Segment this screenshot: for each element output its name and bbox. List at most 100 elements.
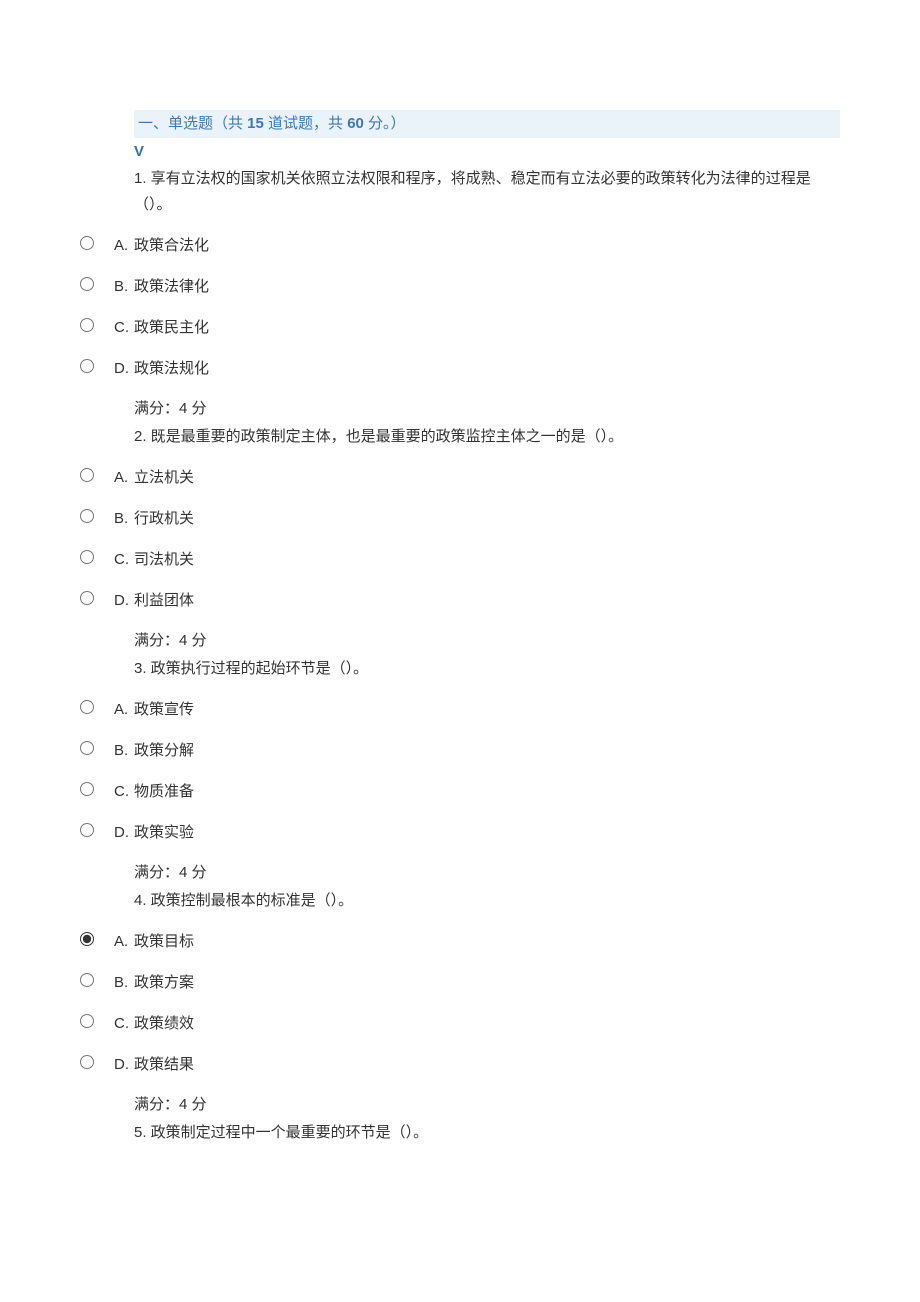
option-radio[interactable] — [80, 359, 94, 373]
option-text: 政策绩效 — [134, 1012, 194, 1036]
option-text: 立法机关 — [134, 466, 194, 490]
radio-cell — [80, 233, 114, 250]
option-radio[interactable] — [80, 1055, 94, 1069]
option-row: D. 政策结果 — [80, 1052, 840, 1077]
option-letter: D. — [114, 1053, 134, 1077]
option-text: 政策民主化 — [134, 316, 209, 340]
option-row: A. 政策目标 — [80, 929, 840, 954]
option-letter: B. — [114, 971, 134, 995]
option-row: C. 政策绩效 — [80, 1011, 840, 1036]
option-text: 政策分解 — [134, 739, 194, 763]
option-radio[interactable] — [80, 932, 94, 946]
option-radio[interactable] — [80, 550, 94, 564]
radio-cell — [80, 1052, 114, 1069]
section-header: 一、单选题（共 15 道试题，共 60 分。） — [134, 110, 840, 138]
option-letter: B. — [114, 275, 134, 299]
option-letter: B. — [114, 739, 134, 763]
radio-cell — [80, 697, 114, 714]
option-radio[interactable] — [80, 236, 94, 250]
option-letter: A. — [114, 234, 134, 258]
option-text: 政策目标 — [134, 930, 194, 954]
option-radio[interactable] — [80, 782, 94, 796]
option-row: D. 政策法规化 — [80, 356, 840, 381]
question-text: 1. 享有立法权的国家机关依照立法权限和程序，将成熟、稳定而有立法必要的政策转化… — [134, 166, 830, 217]
radio-cell — [80, 1011, 114, 1028]
option-radio[interactable] — [80, 468, 94, 482]
option-row: D. 利益团体 — [80, 588, 840, 613]
question-body: 享有立法权的国家机关依照立法权限和程序，将成熟、稳定而有立法必要的政策转化为法律… — [134, 170, 811, 213]
radio-cell — [80, 820, 114, 837]
option-radio[interactable] — [80, 591, 94, 605]
question-number: 5. — [134, 1124, 147, 1141]
question-text: 5. 政策制定过程中一个最重要的环节是（）。 — [134, 1121, 840, 1145]
section-total-score: 60 — [347, 115, 364, 132]
option-letter: C. — [114, 548, 134, 572]
score-label: 满分：4 分 — [134, 629, 840, 653]
option-letter: A. — [114, 466, 134, 490]
score-label: 满分：4 分 — [134, 397, 840, 421]
option-row: B. 政策法律化 — [80, 274, 840, 299]
option-radio[interactable] — [80, 1014, 94, 1028]
option-text: 政策宣传 — [134, 698, 194, 722]
option-letter: C. — [114, 316, 134, 340]
option-text: 政策结果 — [134, 1053, 194, 1077]
section-v: V — [134, 140, 840, 164]
question-text: 2. 既是最重要的政策制定主体，也是最重要的政策监控主体之一的是（）。 — [134, 425, 840, 449]
radio-cell — [80, 315, 114, 332]
question-text: 3. 政策执行过程的起始环节是（）。 — [134, 657, 840, 681]
question-body: 政策控制最根本的标准是（）。 — [147, 892, 354, 909]
question-body: 政策制定过程中一个最重要的环节是（）。 — [147, 1124, 429, 1141]
option-row: C. 政策民主化 — [80, 315, 840, 340]
option-radio[interactable] — [80, 973, 94, 987]
option-row: B. 行政机关 — [80, 506, 840, 531]
question-number: 1. — [134, 170, 147, 187]
section-title-mid: 道试题，共 — [264, 115, 347, 132]
radio-cell — [80, 929, 114, 946]
option-text: 行政机关 — [134, 507, 194, 531]
radio-cell — [80, 547, 114, 564]
option-letter: D. — [114, 357, 134, 381]
option-text: 政策合法化 — [134, 234, 209, 258]
option-radio[interactable] — [80, 823, 94, 837]
option-row: B. 政策方案 — [80, 970, 840, 995]
option-row: C. 物质准备 — [80, 779, 840, 804]
option-radio[interactable] — [80, 318, 94, 332]
option-radio[interactable] — [80, 700, 94, 714]
option-row: D. 政策实验 — [80, 820, 840, 845]
option-row: B. 政策分解 — [80, 738, 840, 763]
score-label: 满分：4 分 — [134, 1093, 840, 1117]
option-radio[interactable] — [80, 277, 94, 291]
question-number: 3. — [134, 660, 147, 677]
radio-cell — [80, 779, 114, 796]
radio-cell — [80, 356, 114, 373]
option-text: 政策方案 — [134, 971, 194, 995]
section-title-suffix: 分。） — [364, 115, 406, 132]
option-letter: D. — [114, 589, 134, 613]
radio-cell — [80, 274, 114, 291]
question-body: 政策执行过程的起始环节是（）。 — [147, 660, 369, 677]
option-row: C. 司法机关 — [80, 547, 840, 572]
option-letter: C. — [114, 780, 134, 804]
question-number: 4. — [134, 892, 147, 909]
option-text: 利益团体 — [134, 589, 194, 613]
radio-cell — [80, 970, 114, 987]
option-text: 物质准备 — [134, 780, 194, 804]
option-letter: B. — [114, 507, 134, 531]
question-text: 4. 政策控制最根本的标准是（）。 — [134, 889, 840, 913]
section-title-prefix: 一、单选题（共 — [138, 115, 247, 132]
option-radio[interactable] — [80, 509, 94, 523]
option-radio[interactable] — [80, 741, 94, 755]
option-row: A. 立法机关 — [80, 465, 840, 490]
radio-cell — [80, 738, 114, 755]
option-text: 政策法规化 — [134, 357, 209, 381]
radio-cell — [80, 465, 114, 482]
section-count: 15 — [247, 115, 264, 132]
question-number: 2. — [134, 428, 147, 445]
option-text: 司法机关 — [134, 548, 194, 572]
option-text: 政策法律化 — [134, 275, 209, 299]
option-letter: D. — [114, 821, 134, 845]
question-body: 既是最重要的政策制定主体，也是最重要的政策监控主体之一的是（）。 — [147, 428, 624, 445]
option-row: A. 政策合法化 — [80, 233, 840, 258]
score-label: 满分：4 分 — [134, 861, 840, 885]
option-row: A. 政策宣传 — [80, 697, 840, 722]
